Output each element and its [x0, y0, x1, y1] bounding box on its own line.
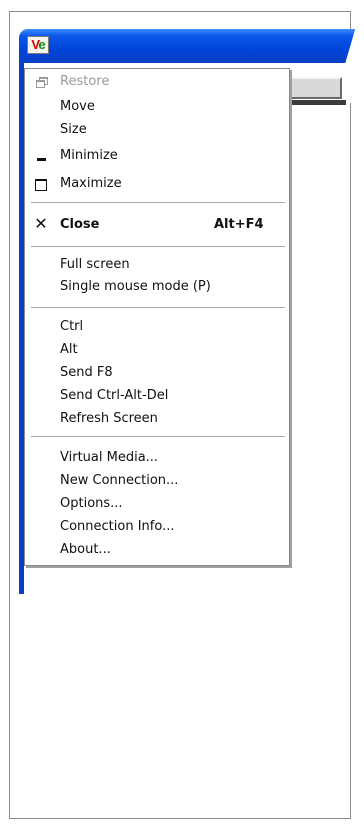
menu-item-size[interactable]: Size — [25, 119, 289, 141]
menu-item-about[interactable]: About... — [25, 539, 289, 561]
menu-item-label: Move — [60, 99, 95, 114]
menu-item-restore[interactable]: Restore — [25, 71, 289, 93]
minimize-icon — [33, 145, 49, 167]
maximize-icon — [33, 173, 49, 195]
menu-item-shortcut: Alt+F4 — [214, 217, 264, 232]
menu-item-maximize[interactable]: Maximize — [25, 173, 289, 195]
menu-item-full-screen[interactable]: Full screen — [25, 254, 289, 276]
restore-icon — [33, 71, 49, 93]
menu-item-label: Send Ctrl-Alt-Del — [60, 388, 169, 403]
menu-item-label: Close — [60, 217, 100, 232]
menu-item-label: Restore — [60, 74, 110, 89]
app-icon-letter-e: e — [38, 37, 45, 52]
menu-item-single-mouse-mode[interactable]: Single mouse mode (P) — [25, 276, 289, 298]
menu-separator — [31, 436, 285, 437]
menu-item-label: Full screen — [60, 257, 130, 272]
menu-item-label: Single mouse mode (P) — [60, 279, 211, 294]
menu-item-label: Connection Info... — [60, 519, 175, 534]
app-icon[interactable]: Ve — [27, 36, 49, 54]
menu-item-label: Alt — [60, 342, 78, 357]
menu-item-label: Minimize — [60, 148, 118, 163]
menu-item-label: New Connection... — [60, 473, 179, 488]
system-menu: Restore Move Size Minimize Maximize ✕ Cl… — [24, 68, 290, 566]
menu-separator — [31, 246, 285, 247]
menu-item-label: Size — [60, 122, 87, 137]
menu-item-label: Maximize — [60, 176, 122, 191]
menu-item-send-f8[interactable]: Send F8 — [25, 362, 289, 384]
menu-item-send-ctrl-alt-del[interactable]: Send Ctrl-Alt-Del — [25, 385, 289, 407]
menu-item-alt[interactable]: Alt — [25, 339, 289, 361]
menu-item-label: About... — [60, 542, 111, 557]
menu-item-options[interactable]: Options... — [25, 493, 289, 515]
title-bar[interactable]: Ve — [19, 29, 364, 63]
menu-item-label: Ctrl — [60, 319, 84, 334]
menu-item-minimize[interactable]: Minimize — [25, 145, 289, 167]
menu-item-ctrl[interactable]: Ctrl — [25, 316, 289, 338]
menu-item-move[interactable]: Move — [25, 96, 289, 118]
menu-item-close[interactable]: ✕ Close Alt+F4 — [25, 214, 289, 236]
menu-item-label: Virtual Media... — [60, 450, 159, 465]
close-icon: ✕ — [34, 214, 48, 233]
menu-separator — [31, 307, 285, 308]
menu-item-connection-info[interactable]: Connection Info... — [25, 516, 289, 538]
menu-item-label: Send F8 — [60, 365, 113, 380]
menu-separator — [31, 202, 285, 203]
menu-item-new-connection[interactable]: New Connection... — [25, 470, 289, 492]
menu-item-virtual-media[interactable]: Virtual Media... — [25, 447, 289, 469]
menu-item-refresh-screen[interactable]: Refresh Screen — [25, 408, 289, 430]
menu-item-label: Refresh Screen — [60, 411, 158, 426]
menu-item-label: Options... — [60, 496, 123, 511]
